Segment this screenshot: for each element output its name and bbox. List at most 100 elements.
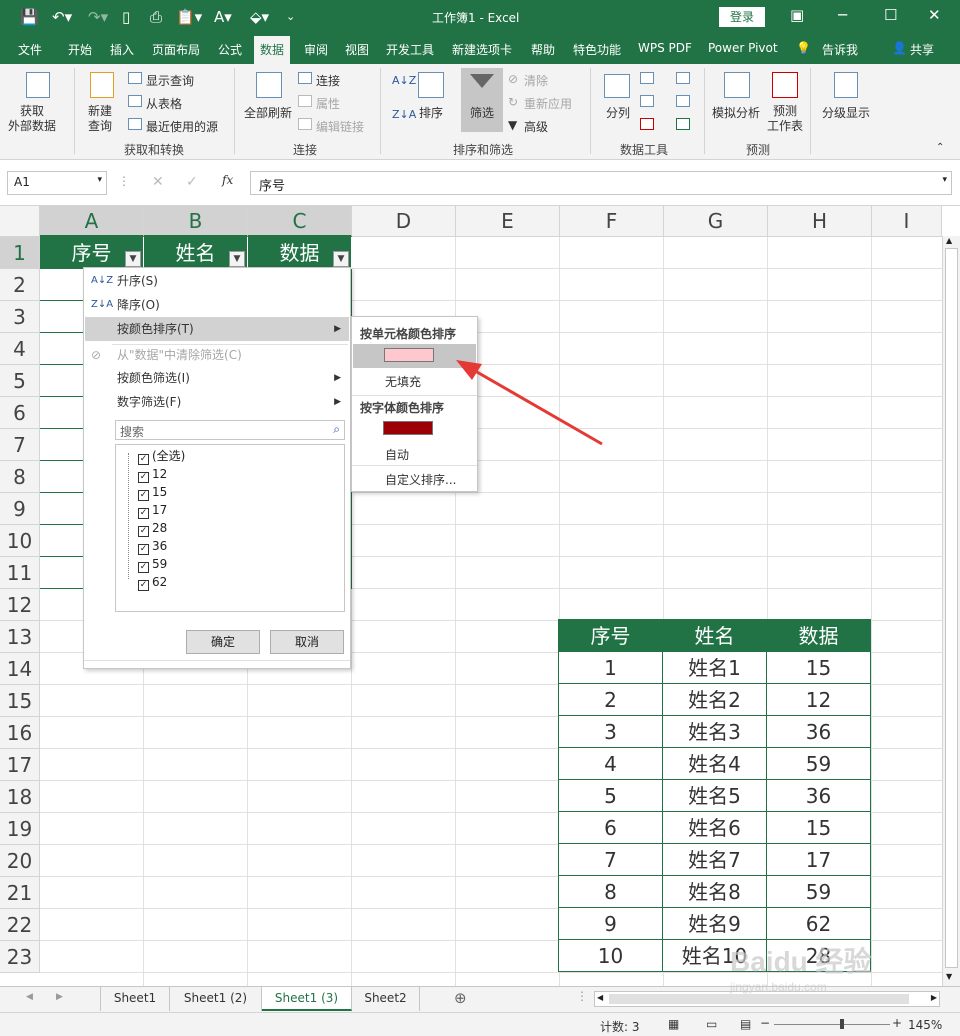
row-header-19[interactable]: 19 bbox=[0, 813, 40, 845]
filter-checkbox-item[interactable]: ✓ 12 bbox=[138, 465, 167, 483]
sheet-tab-sheet1[interactable]: Sheet1 bbox=[100, 987, 170, 1011]
zoom-level[interactable]: 145% bbox=[908, 1018, 942, 1032]
custom-sort-option[interactable]: 自定义排序... bbox=[385, 471, 510, 488]
column-header-a[interactable]: A bbox=[40, 206, 144, 237]
table-cell[interactable]: 姓名2 bbox=[662, 683, 767, 716]
save-icon[interactable]: 💾 bbox=[20, 8, 39, 26]
scroll-right-icon[interactable]: ▶ bbox=[931, 993, 937, 1002]
add-sheet-icon[interactable]: ⊕ bbox=[454, 989, 467, 1007]
login-button[interactable]: 登录 bbox=[719, 7, 765, 27]
advanced-button[interactable]: 高级 bbox=[524, 118, 548, 135]
row-header-1[interactable]: 1 bbox=[0, 237, 40, 269]
table-cell[interactable]: 15 bbox=[766, 811, 871, 844]
expand-formula-icon[interactable]: ▾ bbox=[942, 175, 947, 185]
row-header-13[interactable]: 13 bbox=[0, 621, 40, 653]
tab-formulas[interactable]: 公式 bbox=[218, 41, 242, 58]
paste-icon[interactable]: 📋▾ bbox=[176, 8, 202, 26]
dark-red-swatch[interactable] bbox=[383, 421, 433, 435]
tab-data[interactable]: 数据 bbox=[254, 36, 291, 64]
normal-view-icon[interactable]: ▦ bbox=[668, 1017, 679, 1031]
row-header-12[interactable]: 12 bbox=[0, 589, 40, 621]
row-header-2[interactable]: 2 bbox=[0, 269, 40, 301]
column-header-d[interactable]: D bbox=[352, 206, 456, 237]
next-sheet-icon[interactable]: ▶ bbox=[56, 992, 63, 1002]
row-header-20[interactable]: 20 bbox=[0, 845, 40, 877]
table-cell[interactable]: 10 bbox=[558, 939, 663, 972]
column-header-c[interactable]: C bbox=[248, 206, 352, 237]
print-preview-icon[interactable]: ⎙ bbox=[150, 8, 162, 26]
table-cell[interactable]: 36 bbox=[766, 715, 871, 748]
row-header-15[interactable]: 15 bbox=[0, 685, 40, 717]
properties-button[interactable]: 属性 bbox=[316, 95, 340, 112]
tab-review[interactable]: 审阅 bbox=[304, 41, 328, 58]
whatif-button[interactable]: 模拟分析 bbox=[712, 104, 760, 121]
table-cell[interactable]: 17 bbox=[766, 843, 871, 876]
recent-sources-button[interactable]: 最近使用的源 bbox=[146, 118, 218, 135]
zoom-slider[interactable] bbox=[774, 1024, 890, 1025]
show-query-button[interactable]: 显示查询 bbox=[146, 72, 194, 89]
cancel-icon[interactable]: ✕ bbox=[152, 174, 164, 190]
scroll-left-icon[interactable]: ◀ bbox=[597, 993, 603, 1002]
redo-icon[interactable]: ↷▾ bbox=[88, 8, 108, 26]
table-cell[interactable]: 7 bbox=[558, 843, 663, 876]
get-external-data-button[interactable]: 获取 外部数据 bbox=[8, 104, 56, 134]
tab-developer[interactable]: 开发工具 bbox=[386, 41, 434, 58]
refresh-all-button[interactable]: 全部刷新 bbox=[244, 104, 292, 121]
cell-a1[interactable]: 序号 ▼ bbox=[40, 237, 144, 269]
table-cell[interactable]: 姓名3 bbox=[662, 715, 767, 748]
sheet-tab-sheet1-3[interactable]: Sheet1 (3) bbox=[262, 987, 352, 1011]
column-header-g[interactable]: G bbox=[664, 206, 768, 237]
row-header-23[interactable]: 23 bbox=[0, 941, 40, 973]
split-button[interactable]: 分列 bbox=[606, 104, 630, 121]
tab-insert[interactable]: 插入 bbox=[110, 41, 134, 58]
collapse-ribbon-icon[interactable]: ⌃ bbox=[936, 142, 944, 153]
tell-me[interactable]: 告诉我 bbox=[822, 41, 858, 58]
table-cell[interactable]: 12 bbox=[766, 683, 871, 716]
insert-function-icon[interactable]: fx bbox=[222, 173, 233, 187]
table-cell[interactable]: 9 bbox=[558, 907, 663, 940]
filter-dropdown-icon[interactable]: ▼ bbox=[125, 251, 141, 267]
reapply-button[interactable]: 重新应用 bbox=[524, 95, 572, 112]
table-cell[interactable]: 3 bbox=[558, 715, 663, 748]
sort-descending-item[interactable]: Z↓A 降序(O) bbox=[85, 293, 349, 317]
row-header-9[interactable]: 9 bbox=[0, 493, 40, 525]
checkbox-checked-icon[interactable]: ✓ bbox=[138, 454, 149, 465]
column-header-i[interactable]: I bbox=[872, 206, 942, 237]
vertical-scrollbar[interactable]: ▲ ▼ bbox=[942, 236, 960, 986]
row-header-21[interactable]: 21 bbox=[0, 877, 40, 909]
scroll-up-icon[interactable]: ▲ bbox=[946, 236, 952, 245]
font-color-icon[interactable]: A▾ bbox=[214, 8, 232, 26]
consolidate-icon[interactable] bbox=[676, 72, 690, 84]
row-header-5[interactable]: 5 bbox=[0, 365, 40, 397]
row-header-17[interactable]: 17 bbox=[0, 749, 40, 781]
select-all-corner[interactable] bbox=[0, 206, 40, 237]
row-header-16[interactable]: 16 bbox=[0, 717, 40, 749]
sheet-tab-sheet2[interactable]: Sheet2 bbox=[352, 987, 420, 1011]
tab-power-pivot[interactable]: Power Pivot bbox=[708, 41, 778, 55]
flash-fill-icon[interactable] bbox=[640, 72, 654, 84]
sort-asc-small-icon[interactable]: A↓Z bbox=[392, 74, 416, 87]
filter-checkbox-item[interactable]: ✓ 36 bbox=[138, 537, 167, 555]
table-cell[interactable]: 36 bbox=[766, 779, 871, 812]
checkbox-checked-icon[interactable]: ✓ bbox=[138, 562, 149, 573]
table-cell[interactable]: 62 bbox=[766, 907, 871, 940]
checkbox-checked-icon[interactable]: ✓ bbox=[138, 544, 149, 555]
sort-by-color-item[interactable]: 按颜色排序(T) ▶ bbox=[85, 317, 349, 341]
number-filter-item[interactable]: 数字筛选(F) ▶ bbox=[85, 390, 349, 414]
page-break-icon[interactable]: ▤ bbox=[740, 1017, 751, 1031]
from-table-button[interactable]: 从表格 bbox=[146, 95, 182, 112]
resize-handle[interactable] bbox=[84, 660, 350, 668]
no-fill-option[interactable]: 无填充 bbox=[385, 373, 510, 390]
table-cell[interactable]: 姓名8 bbox=[662, 875, 767, 908]
ok-button[interactable]: 确定 bbox=[186, 630, 260, 654]
tab-wps-pdf[interactable]: WPS PDF bbox=[638, 41, 692, 55]
checkbox-checked-icon[interactable]: ✓ bbox=[138, 472, 149, 483]
zoom-slider-thumb[interactable] bbox=[840, 1019, 844, 1029]
tab-file[interactable]: 文件 bbox=[18, 41, 42, 58]
share-button[interactable]: 共享 bbox=[910, 41, 934, 58]
name-box-dropdown-icon[interactable]: ▾ bbox=[97, 175, 102, 185]
checkbox-checked-icon[interactable]: ✓ bbox=[138, 580, 149, 591]
tab-page-layout[interactable]: 页面布局 bbox=[152, 41, 200, 58]
table-cell[interactable]: 8 bbox=[558, 875, 663, 908]
page-layout-icon[interactable]: ▭ bbox=[706, 1017, 717, 1031]
